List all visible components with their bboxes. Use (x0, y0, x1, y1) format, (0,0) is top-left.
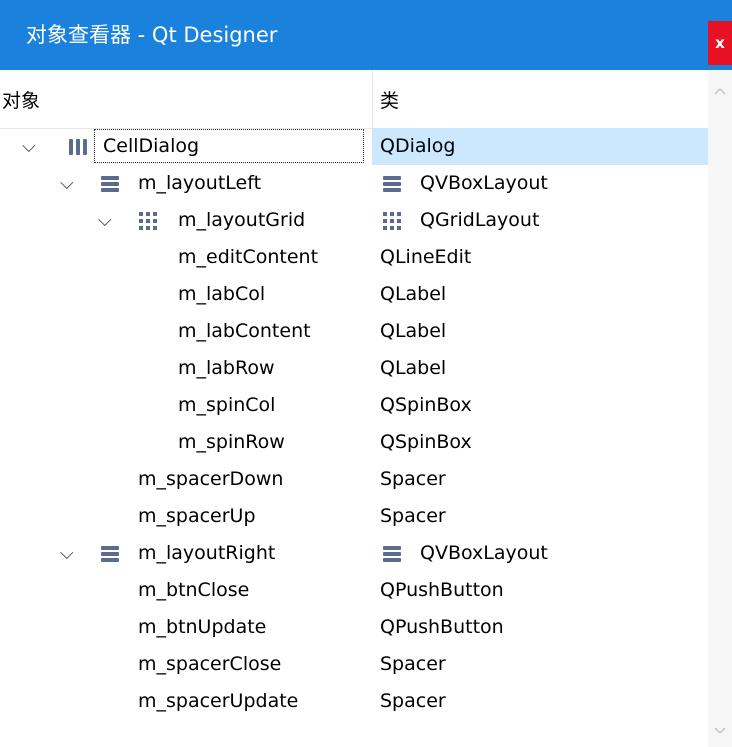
object-name: m_spacerUpdate (138, 690, 299, 712)
object-name: m_btnClose (138, 579, 250, 601)
window-title: 对象查看器 - Qt Designer (26, 23, 278, 47)
object-class: QPushButton (380, 616, 504, 638)
object-name: m_labRow (178, 357, 275, 379)
tree-row-m-layoutright[interactable]: ⌵ m_layoutRight QVBoxLayout (0, 535, 708, 572)
tree-row-m-btnupdate[interactable]: m_btnUpdate QPushButton (0, 609, 708, 646)
object-name: m_layoutLeft (138, 172, 262, 194)
object-class: QSpinBox (380, 431, 472, 453)
tree-row-m-btnclose[interactable]: m_btnClose QPushButton (0, 572, 708, 609)
tree-row-m-spincol[interactable]: m_spinCol QSpinBox (0, 387, 708, 424)
tree-row-m-labcontent[interactable]: m_labContent QLabel (0, 313, 708, 350)
chevron-down-icon[interactable]: ⌵ (22, 128, 36, 165)
object-name: m_spinCol (178, 394, 276, 416)
object-name: m_btnUpdate (138, 616, 267, 638)
chevron-down-icon[interactable]: ⌵ (60, 165, 74, 202)
object-class: QLabel (380, 320, 447, 342)
tree-row-celldialog[interactable]: ⌵ CellDialog QDialog (0, 128, 708, 165)
vbox-layout-icon (101, 546, 119, 562)
tree-row-m-spacerdown[interactable]: m_spacerDown Spacer (0, 461, 708, 498)
scroll-up-arrow-icon[interactable] (712, 84, 728, 100)
tree-row-m-spacerclose[interactable]: m_spacerClose Spacer (0, 646, 708, 683)
tree-row-m-spacerupdate[interactable]: m_spacerUpdate Spacer (0, 683, 708, 720)
object-class: QSpinBox (380, 394, 472, 416)
object-name: m_spacerClose (138, 653, 282, 675)
tree-row-m-layoutleft[interactable]: ⌵ m_layoutLeft QVBoxLayout (0, 165, 708, 202)
object-class: QLineEdit (380, 246, 472, 268)
object-class: QVBoxLayout (420, 172, 548, 194)
object-name: CellDialog (103, 135, 200, 157)
object-class: QLabel (380, 283, 447, 305)
tree-row-m-spacerup[interactable]: m_spacerUp Spacer (0, 498, 708, 535)
object-name: m_spacerDown (138, 468, 284, 490)
header-class[interactable]: 类 (380, 70, 399, 128)
chevron-down-icon[interactable]: ⌵ (60, 535, 74, 572)
grid-layout-icon (139, 212, 157, 230)
object-class: Spacer (380, 690, 446, 712)
tree-row-m-labrow[interactable]: m_labRow QLabel (0, 350, 708, 387)
object-class: Spacer (380, 653, 446, 675)
object-class: QVBoxLayout (420, 542, 548, 564)
tree-row-m-editcontent[interactable]: m_editContent QLineEdit (0, 239, 708, 276)
object-class: QLabel (380, 357, 447, 379)
tree-row-m-spinrow[interactable]: m_spinRow QSpinBox (0, 424, 708, 461)
tree-header: 对象 类 (0, 70, 708, 129)
object-name: m_labContent (178, 320, 311, 342)
object-inspector-panel: 对象 类 ⌵ CellDialog QDialog ⌵ m_layoutLeft… (0, 70, 732, 747)
object-class: QDialog (380, 135, 456, 157)
hbox-layout-icon (69, 139, 87, 155)
grid-layout-icon (383, 212, 401, 230)
chevron-down-icon[interactable]: ⌵ (98, 202, 112, 239)
vbox-layout-icon (383, 546, 401, 562)
object-name: m_spacerUp (138, 505, 256, 527)
header-object[interactable]: 对象 (2, 70, 40, 128)
object-name: m_labCol (178, 283, 266, 305)
object-name: m_spinRow (178, 431, 285, 453)
tree-row-m-layoutgrid[interactable]: ⌵ m_layoutGrid QGridLayout (0, 202, 708, 239)
scroll-down-arrow-icon[interactable] (712, 722, 728, 738)
object-name: m_editContent (178, 246, 319, 268)
object-tree: ⌵ CellDialog QDialog ⌵ m_layoutLeft QVBo… (0, 128, 708, 720)
title-bar: 对象查看器 - Qt Designer x (0, 0, 732, 70)
object-class: QPushButton (380, 579, 504, 601)
vbox-layout-icon (383, 176, 401, 192)
object-class: Spacer (380, 505, 446, 527)
object-name: m_layoutRight (138, 542, 276, 564)
vertical-scrollbar[interactable] (708, 70, 732, 747)
object-name: m_layoutGrid (178, 209, 306, 231)
object-class: QGridLayout (420, 209, 540, 231)
close-button[interactable]: x (708, 21, 732, 65)
header-divider[interactable] (372, 70, 373, 128)
tree-row-m-labcol[interactable]: m_labCol QLabel (0, 276, 708, 313)
vbox-layout-icon (101, 176, 119, 192)
object-class: Spacer (380, 468, 446, 490)
